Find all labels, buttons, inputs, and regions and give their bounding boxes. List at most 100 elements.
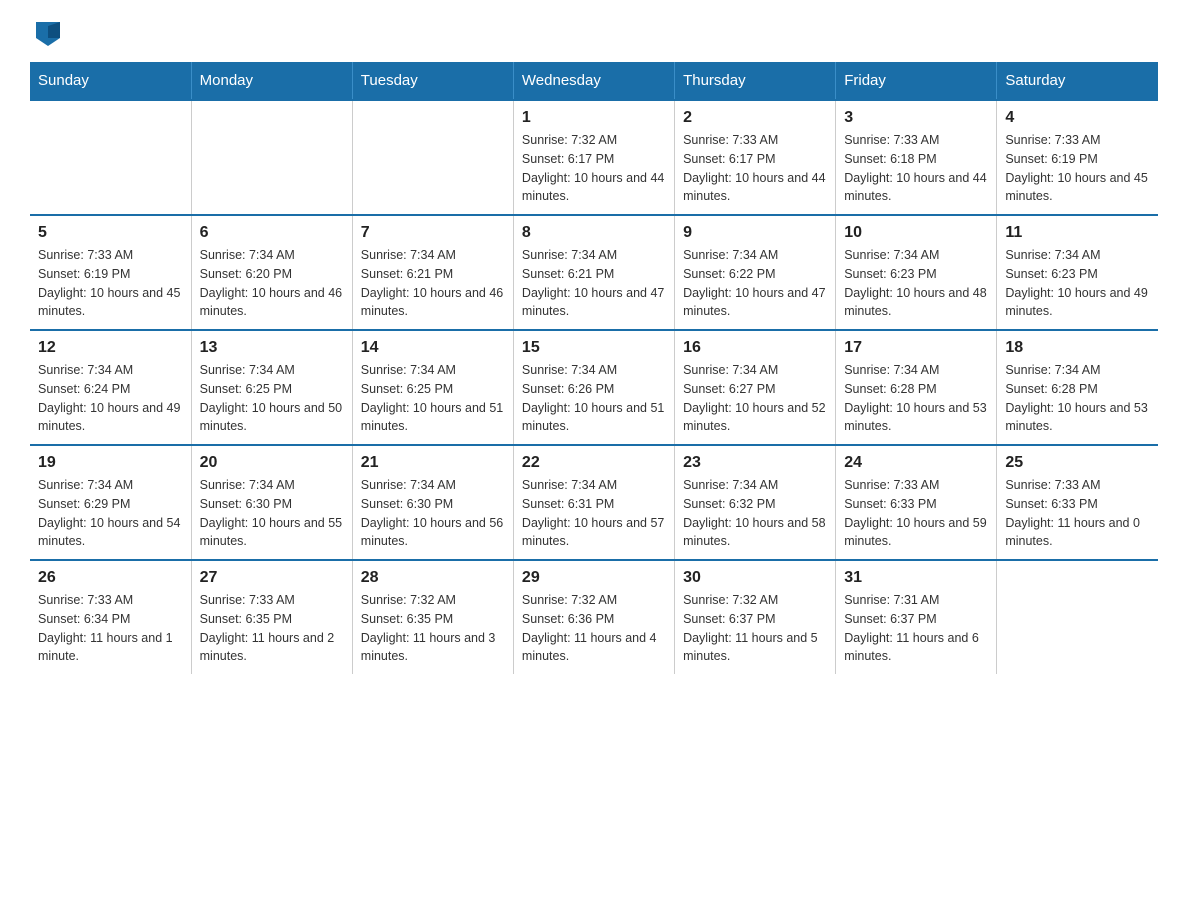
day-number: 30	[683, 569, 827, 587]
day-number: 13	[200, 339, 344, 357]
day-info: Sunrise: 7:34 AM Sunset: 6:22 PM Dayligh…	[683, 246, 827, 321]
calendar-cell: 21 Sunrise: 7:34 AM Sunset: 6:30 PM Dayli…	[352, 445, 513, 560]
day-info: Sunrise: 7:34 AM Sunset: 6:26 PM Dayligh…	[522, 361, 666, 436]
header-day-sunday: Sunday	[30, 62, 191, 100]
calendar-cell: 5 Sunrise: 7:33 AM Sunset: 6:19 PM Daylig…	[30, 215, 191, 330]
week-row-5: 26Sunrise: 7:33 AM Sunset: 6:34 PM Dayli…	[30, 560, 1158, 674]
calendar-header: SundayMondayTuesdayWednesdayThursdayFrid…	[30, 62, 1158, 100]
calendar-cell: 12 Sunrise: 7:34 AM Sunset: 6:24 PM Dayli…	[30, 330, 191, 445]
day-number: 3	[844, 109, 988, 127]
day-number: 22	[522, 454, 666, 472]
calendar-cell: 23 Sunrise: 7:34 AM Sunset: 6:32 PM Dayli…	[675, 445, 836, 560]
calendar-cell: 7 Sunrise: 7:34 AM Sunset: 6:21 PM Daylig…	[352, 215, 513, 330]
day-info: Sunrise: 7:33 AM Sunset: 6:35 PM Dayligh…	[200, 591, 344, 666]
day-number: 4	[1005, 109, 1150, 127]
day-number: 19	[38, 454, 183, 472]
calendar-cell: 10 Sunrise: 7:34 AM Sunset: 6:23 PM Dayli…	[836, 215, 997, 330]
calendar-cell: 14 Sunrise: 7:34 AM Sunset: 6:25 PM Dayli…	[352, 330, 513, 445]
day-number: 27	[200, 569, 344, 587]
calendar-cell: 28 Sunrise: 7:32 AM Sunset: 6:35 PM Dayli…	[352, 560, 513, 674]
page-header	[30, 20, 1158, 42]
day-info: Sunrise: 7:34 AM Sunset: 6:30 PM Dayligh…	[200, 476, 344, 551]
day-number: 10	[844, 224, 988, 242]
day-info: Sunrise: 7:34 AM Sunset: 6:25 PM Dayligh…	[200, 361, 344, 436]
day-number: 8	[522, 224, 666, 242]
day-number: 24	[844, 454, 988, 472]
calendar-cell: 8 Sunrise: 7:34 AM Sunset: 6:21 PM Daylig…	[513, 215, 674, 330]
calendar-body: 1Sunrise: 7:32 AM Sunset: 6:17 PM Daylig…	[30, 100, 1158, 674]
calendar-cell: 16 Sunrise: 7:34 AM Sunset: 6:27 PM Dayli…	[675, 330, 836, 445]
day-number: 21	[361, 454, 505, 472]
day-number: 29	[522, 569, 666, 587]
header-day-monday: Monday	[191, 62, 352, 100]
day-number: 11	[1005, 224, 1150, 242]
day-number: 16	[683, 339, 827, 357]
day-number: 2	[683, 109, 827, 127]
week-row-1: 1Sunrise: 7:32 AM Sunset: 6:17 PM Daylig…	[30, 100, 1158, 215]
day-info: Sunrise: 7:34 AM Sunset: 6:25 PM Dayligh…	[361, 361, 505, 436]
logo-icon	[32, 16, 64, 48]
day-info: Sunrise: 7:34 AM Sunset: 6:23 PM Dayligh…	[844, 246, 988, 321]
day-info: Sunrise: 7:34 AM Sunset: 6:28 PM Dayligh…	[1005, 361, 1150, 436]
day-number: 6	[200, 224, 344, 242]
day-number: 7	[361, 224, 505, 242]
week-row-4: 19 Sunrise: 7:34 AM Sunset: 6:29 PM Dayli…	[30, 445, 1158, 560]
day-info: Sunrise: 7:34 AM Sunset: 6:27 PM Dayligh…	[683, 361, 827, 436]
calendar-cell: 2 Sunrise: 7:33 AM Sunset: 6:17 PM Daylig…	[675, 100, 836, 215]
day-info: Sunrise: 7:33 AM Sunset: 6:19 PM Dayligh…	[1005, 131, 1150, 206]
header-day-thursday: Thursday	[675, 62, 836, 100]
day-info: Sunrise: 7:32 AM Sunset: 6:36 PM Dayligh…	[522, 591, 666, 666]
day-number: 14	[361, 339, 505, 357]
calendar-cell: 1Sunrise: 7:32 AM Sunset: 6:17 PM Daylig…	[513, 100, 674, 215]
calendar-cell: 17Sunrise: 7:34 AM Sunset: 6:28 PM Dayli…	[836, 330, 997, 445]
day-info: Sunrise: 7:33 AM Sunset: 6:18 PM Dayligh…	[844, 131, 988, 206]
day-number: 25	[1005, 454, 1150, 472]
day-info: Sunrise: 7:34 AM Sunset: 6:30 PM Dayligh…	[361, 476, 505, 551]
day-info: Sunrise: 7:34 AM Sunset: 6:28 PM Dayligh…	[844, 361, 988, 436]
calendar-cell	[997, 560, 1158, 674]
calendar-cell: 3 Sunrise: 7:33 AM Sunset: 6:18 PM Daylig…	[836, 100, 997, 215]
day-info: Sunrise: 7:34 AM Sunset: 6:31 PM Dayligh…	[522, 476, 666, 551]
day-number: 5	[38, 224, 183, 242]
calendar-cell: 29 Sunrise: 7:32 AM Sunset: 6:36 PM Dayli…	[513, 560, 674, 674]
day-info: Sunrise: 7:33 AM Sunset: 6:17 PM Dayligh…	[683, 131, 827, 206]
calendar-cell: 9 Sunrise: 7:34 AM Sunset: 6:22 PM Daylig…	[675, 215, 836, 330]
calendar-cell	[30, 100, 191, 215]
day-info: Sunrise: 7:34 AM Sunset: 6:21 PM Dayligh…	[522, 246, 666, 321]
day-number: 18	[1005, 339, 1150, 357]
day-number: 15	[522, 339, 666, 357]
day-info: Sunrise: 7:31 AM Sunset: 6:37 PM Dayligh…	[844, 591, 988, 666]
day-number: 31	[844, 569, 988, 587]
header-day-saturday: Saturday	[997, 62, 1158, 100]
day-info: Sunrise: 7:33 AM Sunset: 6:19 PM Dayligh…	[38, 246, 183, 321]
calendar-cell: 18 Sunrise: 7:34 AM Sunset: 6:28 PM Dayli…	[997, 330, 1158, 445]
day-number: 26	[38, 569, 183, 587]
day-info: Sunrise: 7:34 AM Sunset: 6:23 PM Dayligh…	[1005, 246, 1150, 321]
day-number: 23	[683, 454, 827, 472]
calendar-cell: 26Sunrise: 7:33 AM Sunset: 6:34 PM Dayli…	[30, 560, 191, 674]
day-info: Sunrise: 7:34 AM Sunset: 6:20 PM Dayligh…	[200, 246, 344, 321]
calendar-cell: 19 Sunrise: 7:34 AM Sunset: 6:29 PM Dayli…	[30, 445, 191, 560]
day-info: Sunrise: 7:34 AM Sunset: 6:32 PM Dayligh…	[683, 476, 827, 551]
calendar-cell	[352, 100, 513, 215]
calendar-cell: 25Sunrise: 7:33 AM Sunset: 6:33 PM Dayli…	[997, 445, 1158, 560]
calendar-cell: 31 Sunrise: 7:31 AM Sunset: 6:37 PM Dayli…	[836, 560, 997, 674]
header-day-friday: Friday	[836, 62, 997, 100]
day-info: Sunrise: 7:32 AM Sunset: 6:37 PM Dayligh…	[683, 591, 827, 666]
calendar-cell: 6 Sunrise: 7:34 AM Sunset: 6:20 PM Daylig…	[191, 215, 352, 330]
week-row-3: 12 Sunrise: 7:34 AM Sunset: 6:24 PM Dayli…	[30, 330, 1158, 445]
day-info: Sunrise: 7:34 AM Sunset: 6:21 PM Dayligh…	[361, 246, 505, 321]
calendar-cell: 30 Sunrise: 7:32 AM Sunset: 6:37 PM Dayli…	[675, 560, 836, 674]
day-number: 9	[683, 224, 827, 242]
day-info: Sunrise: 7:34 AM Sunset: 6:29 PM Dayligh…	[38, 476, 183, 551]
day-info: Sunrise: 7:34 AM Sunset: 6:24 PM Dayligh…	[38, 361, 183, 436]
day-info: Sunrise: 7:32 AM Sunset: 6:35 PM Dayligh…	[361, 591, 505, 666]
calendar-table: SundayMondayTuesdayWednesdayThursdayFrid…	[30, 62, 1158, 674]
day-number: 20	[200, 454, 344, 472]
day-info: Sunrise: 7:33 AM Sunset: 6:33 PM Dayligh…	[844, 476, 988, 551]
calendar-cell: 27 Sunrise: 7:33 AM Sunset: 6:35 PM Dayli…	[191, 560, 352, 674]
calendar-cell	[191, 100, 352, 215]
day-number: 28	[361, 569, 505, 587]
day-number: 12	[38, 339, 183, 357]
calendar-cell: 22 Sunrise: 7:34 AM Sunset: 6:31 PM Dayli…	[513, 445, 674, 560]
